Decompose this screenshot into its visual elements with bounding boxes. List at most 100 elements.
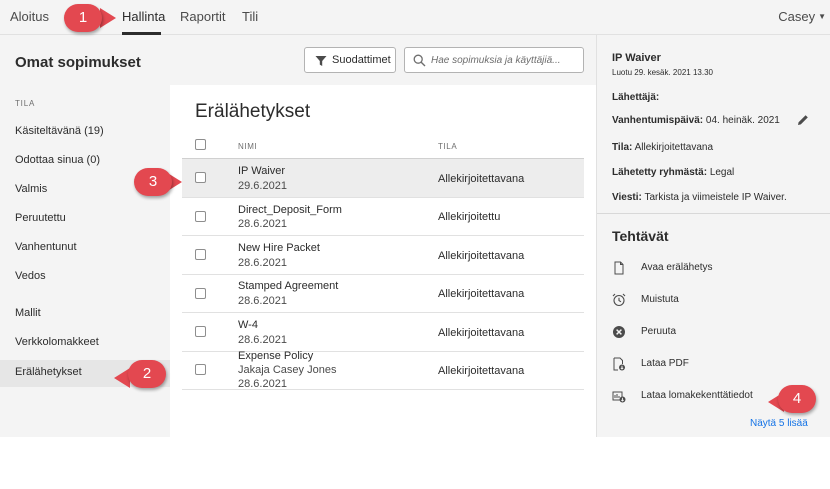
row-name: Stamped Agreement xyxy=(238,280,339,292)
details-message: Viesti: Tarkista ja viimeistele IP Waive… xyxy=(612,192,787,203)
row-checkbox[interactable] xyxy=(195,211,206,222)
callout-badge-4: 4 xyxy=(778,385,816,413)
search-icon xyxy=(413,54,426,67)
search-box xyxy=(404,47,584,73)
row-date: 29.6.2021 xyxy=(238,180,287,192)
expiry-label: Vanhentumispäivä: xyxy=(612,115,704,126)
expiry-value: 04. heinäk. 2021 xyxy=(705,115,780,126)
row-name: Expense Policy xyxy=(238,350,314,362)
download-pdf-icon xyxy=(613,357,625,371)
edit-pencil-icon[interactable] xyxy=(797,114,809,126)
task-label: Lataa PDF xyxy=(641,358,689,369)
table-row[interactable]: W-4 28.6.2021 Allekirjoitettavana xyxy=(182,313,584,352)
row-date: 28.6.2021 xyxy=(238,218,287,230)
status-label: Tila: xyxy=(612,142,633,153)
row-status: Allekirjoitettavana xyxy=(438,288,525,300)
nav-tab-aloitus[interactable]: Aloitus xyxy=(10,9,49,24)
row-checkbox[interactable] xyxy=(195,172,206,183)
row-status: Allekirjoitettavana xyxy=(438,365,525,377)
column-header-name: NIMI xyxy=(238,142,258,151)
row-status: Allekirjoitettavana xyxy=(438,173,525,185)
sender-label: Lähettäjä: xyxy=(612,92,660,103)
task-label: Avaa erälähetys xyxy=(641,262,713,273)
details-expiry: Vanhentumispäivä: 04. heinäk. 2021 xyxy=(612,115,780,126)
task-remind[interactable]: Muistuta xyxy=(612,292,812,310)
sidebar-title: Omat sopimukset xyxy=(15,54,141,71)
callout-badge-2: 2 xyxy=(128,360,166,388)
sidebar-item-eralahetykset[interactable]: Erälähetykset xyxy=(15,366,82,378)
alarm-clock-icon xyxy=(612,293,626,307)
row-name: IP Waiver xyxy=(238,165,286,177)
row-status: Allekirjoitettavana xyxy=(438,250,525,262)
table-row[interactable]: New Hire Packet 28.6.2021 Allekirjoitett… xyxy=(182,236,584,275)
filter-icon xyxy=(315,56,327,66)
sidebar-item-kasiteltavana[interactable]: Käsiteltävänä (19) xyxy=(15,125,104,137)
group-label: Lähetetty ryhmästä: xyxy=(612,167,708,178)
details-title: IP Waiver xyxy=(612,52,661,64)
task-cancel[interactable]: Peruuta xyxy=(612,324,812,342)
user-name: Casey xyxy=(778,9,816,24)
details-created: Luotu 29. kesäk. 2021 13.30 xyxy=(612,68,713,77)
row-sender: Jakaja Casey Jones xyxy=(238,364,337,376)
details-group: Lähetetty ryhmästä: Legal xyxy=(612,167,734,178)
task-label: Peruuta xyxy=(641,326,677,337)
sidebar-section-label: TILA xyxy=(15,99,36,108)
row-date: 28.6.2021 xyxy=(238,257,287,269)
row-name: New Hire Packet xyxy=(238,242,320,254)
callout-badge-1: 1 xyxy=(64,4,102,32)
table-header: NIMI TILA xyxy=(182,133,584,159)
row-checkbox[interactable] xyxy=(195,364,206,375)
task-label: Lataa lomakekenttätiedot xyxy=(641,390,753,401)
details-panel: IP Waiver Luotu 29. kesäk. 2021 13.30 Lä… xyxy=(596,35,830,437)
message-value: Tarkista ja viimeistele IP Waiver. xyxy=(644,192,787,203)
document-icon xyxy=(614,261,624,275)
user-menu[interactable]: Casey ▼ xyxy=(778,9,826,24)
nav-tab-hallinta[interactable]: Hallinta xyxy=(122,9,165,24)
cancel-circle-icon xyxy=(613,326,625,338)
callout-badge-3: 3 xyxy=(134,168,172,196)
row-date: 28.6.2021 xyxy=(238,378,287,390)
details-sender: Lähettäjä: xyxy=(612,92,659,103)
table-row[interactable]: Direct_Deposit_Form 28.6.2021 Allekirjoi… xyxy=(182,198,584,236)
nav-tab-tili[interactable]: Tili xyxy=(242,9,258,24)
filters-button-label: Suodattimet xyxy=(332,54,391,66)
status-value: Allekirjoitettavana xyxy=(634,142,713,153)
chevron-down-icon: ▼ xyxy=(818,12,826,21)
top-navigation: Aloitus Hallinta Raportit Tili Casey ▼ xyxy=(0,0,830,35)
sidebar-item-valmis[interactable]: Valmis xyxy=(15,183,47,195)
row-name: Direct_Deposit_Form xyxy=(238,204,342,216)
select-all-checkbox[interactable] xyxy=(195,139,206,150)
row-status: Allekirjoitettu xyxy=(438,211,501,223)
row-checkbox[interactable] xyxy=(195,249,206,260)
task-download-pdf[interactable]: Lataa PDF xyxy=(612,356,812,374)
row-checkbox[interactable] xyxy=(195,288,206,299)
nav-tab-raportit[interactable]: Raportit xyxy=(180,9,226,24)
row-date: 28.6.2021 xyxy=(238,295,287,307)
divider xyxy=(597,213,830,214)
row-status: Allekirjoitettavana xyxy=(438,327,525,339)
table-row[interactable]: IP Waiver 29.6.2021 Allekirjoitettavana xyxy=(182,159,584,198)
sidebar-item-vanhentunut[interactable]: Vanhentunut xyxy=(15,241,77,253)
table-row[interactable]: Stamped Agreement 28.6.2021 Allekirjoite… xyxy=(182,275,584,313)
group-value: Legal xyxy=(709,167,735,178)
task-open-batch[interactable]: Avaa erälähetys xyxy=(612,260,812,278)
download-data-icon xyxy=(612,391,626,403)
table-row[interactable]: Expense Policy Jakaja Casey Jones 28.6.2… xyxy=(182,350,584,390)
sidebar-item-odottaa-sinua[interactable]: Odottaa sinua (0) xyxy=(15,154,100,166)
sidebar-item-vedos[interactable]: Vedos xyxy=(15,270,46,282)
row-date: 28.6.2021 xyxy=(238,334,287,346)
details-status: Tila: Allekirjoitettavana xyxy=(612,142,713,153)
tasks-title: Tehtävät xyxy=(612,228,669,244)
page-title: Erälähetykset xyxy=(195,101,311,122)
show-more-link[interactable]: Näytä 5 lisää xyxy=(750,418,808,429)
sidebar-item-verkkolomakkeet[interactable]: Verkkolomakkeet xyxy=(15,336,99,348)
filters-button[interactable]: Suodattimet xyxy=(304,47,396,73)
row-checkbox[interactable] xyxy=(195,326,206,337)
message-label: Viesti: xyxy=(612,192,642,203)
sidebar-item-mallit[interactable]: Mallit xyxy=(15,307,41,319)
column-header-status: TILA xyxy=(438,142,458,151)
row-name: W-4 xyxy=(238,319,258,331)
search-input[interactable] xyxy=(431,52,581,68)
sidebar-item-peruutettu[interactable]: Peruutettu xyxy=(15,212,66,224)
task-label: Muistuta xyxy=(641,294,679,305)
